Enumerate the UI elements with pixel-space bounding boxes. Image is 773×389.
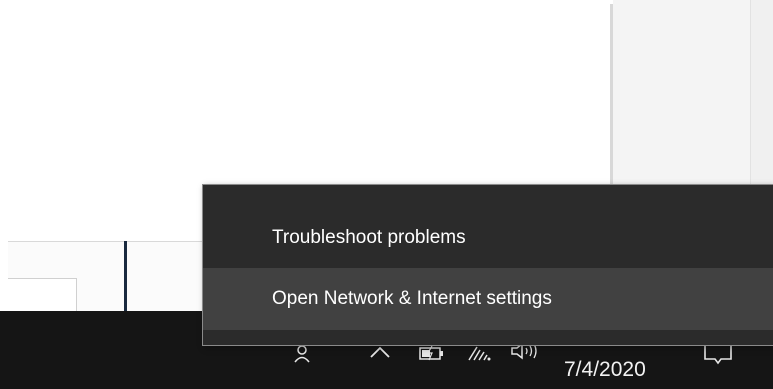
menu-item-label: Open Network & Internet settings xyxy=(272,288,552,309)
background-divider-line xyxy=(124,241,127,311)
desktop-gap xyxy=(613,0,750,184)
menu-item-open-network-settings[interactable]: Open Network & Internet settings xyxy=(203,268,773,330)
menu-item-label: Troubleshoot problems xyxy=(272,227,466,248)
menu-item-troubleshoot-problems[interactable]: Troubleshoot problems xyxy=(203,207,773,269)
chevron-up-icon[interactable] xyxy=(369,345,391,365)
people-icon[interactable] xyxy=(293,344,313,368)
right-edge-window xyxy=(750,0,773,184)
network-context-menu: Troubleshoot problems Open Network & Int… xyxy=(202,184,773,346)
people-icon-graphic xyxy=(294,345,310,363)
background-window xyxy=(0,0,612,184)
notification-icon[interactable] xyxy=(703,343,733,365)
battery-icon[interactable] xyxy=(418,344,446,362)
chevron-up-icon-graphic xyxy=(370,346,390,358)
wifi-icon[interactable] xyxy=(467,344,493,362)
clock-date[interactable]: 7/4/2020 xyxy=(564,358,646,382)
background-inner-box xyxy=(8,278,77,312)
